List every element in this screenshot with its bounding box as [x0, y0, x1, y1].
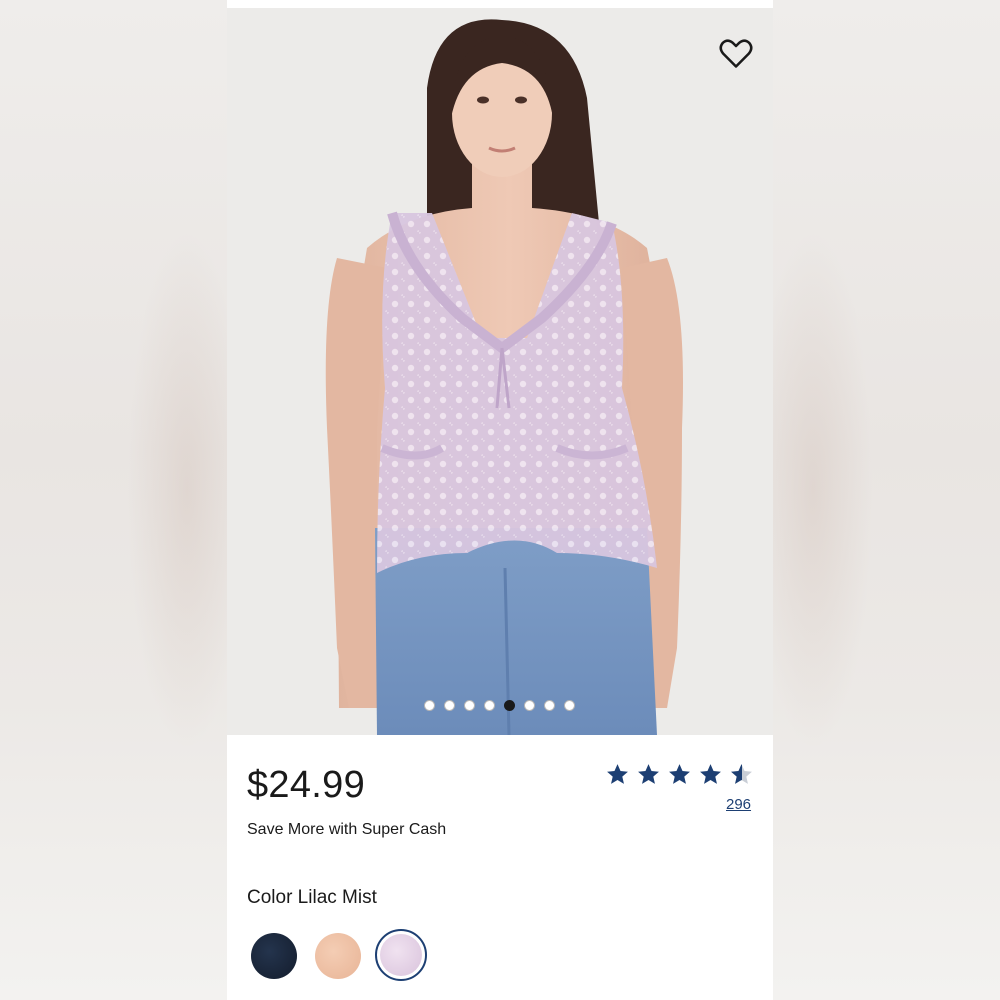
product-photo [325, 19, 683, 735]
star-icon [700, 764, 721, 784]
swatch-navy[interactable] [251, 933, 297, 979]
super-cash-promo: Save More with Super Cash [247, 821, 447, 838]
carousel-dot[interactable] [424, 700, 435, 711]
carousel-dot[interactable] [564, 700, 575, 711]
product-image-carousel[interactable] [227, 8, 773, 735]
color-label: Color Lilac Mist [247, 887, 377, 908]
heart-outline-icon[interactable] [717, 34, 755, 72]
star-icon [607, 764, 628, 784]
swatch-peach[interactable] [315, 933, 361, 979]
carousel-dot[interactable] [544, 700, 555, 711]
carousel-dot[interactable] [444, 700, 455, 711]
star-rating[interactable] [605, 762, 754, 787]
product-price: $24.99 [247, 764, 366, 806]
carousel-dot[interactable] [484, 700, 495, 711]
carousel-pagination [424, 700, 575, 711]
swatch-lilac-mist[interactable] [380, 934, 422, 976]
carousel-dot-active[interactable] [504, 700, 515, 711]
star-half-icon [731, 764, 752, 784]
star-icon [638, 764, 659, 784]
carousel-dot[interactable] [524, 700, 535, 711]
product-page: $24.99 Save More with Super Cash 296 Col… [227, 0, 773, 1000]
blurred-background-right [753, 0, 1000, 1000]
review-count-link[interactable]: 296 [726, 796, 751, 813]
blurred-background-left [0, 0, 247, 1000]
star-icon [669, 764, 690, 784]
carousel-dot[interactable] [464, 700, 475, 711]
